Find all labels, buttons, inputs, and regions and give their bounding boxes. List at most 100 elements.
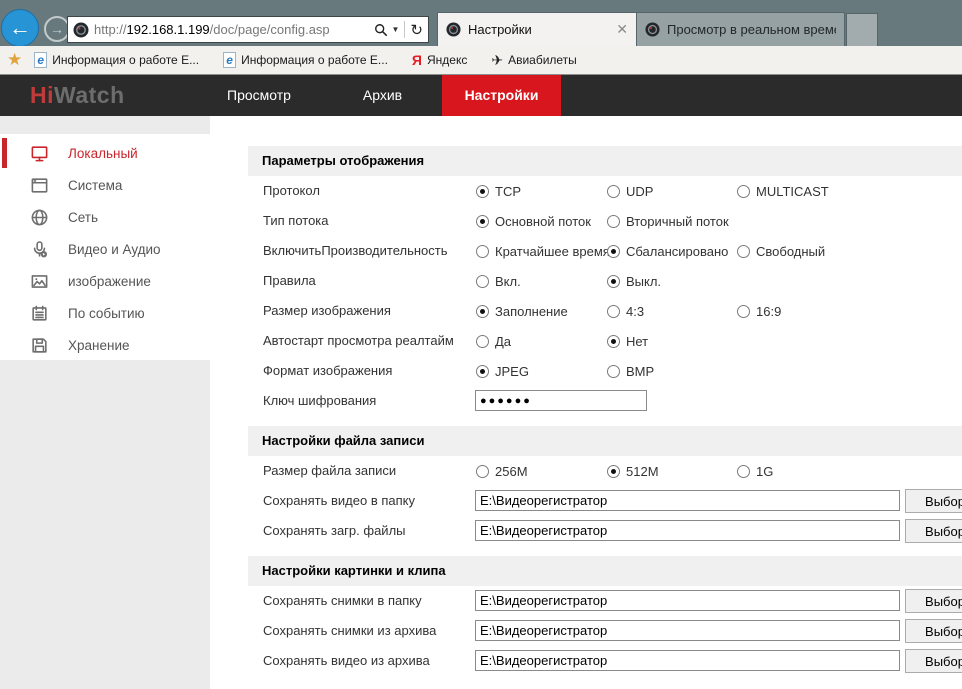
favorites-item[interactable]: e Информация о работе Е... <box>223 52 388 68</box>
radio-icon[interactable] <box>607 185 620 198</box>
refresh-icon[interactable]: ↻ <box>410 21 423 39</box>
window-icon <box>30 176 49 195</box>
radio-icon[interactable] <box>476 245 489 258</box>
browse-button[interactable]: Выбор <box>905 619 962 643</box>
radio-icon[interactable] <box>737 305 750 318</box>
chevron-down-icon[interactable]: ▼ <box>392 25 400 34</box>
radio-option[interactable]: Свободный <box>737 236 825 266</box>
sidebar-item-microphone[interactable]: Видео и Аудио <box>0 233 210 265</box>
radio-icon[interactable] <box>476 215 489 228</box>
field-label: Тип потока <box>263 206 329 236</box>
field-label: Автостарт просмотра реалтайм <box>263 326 454 356</box>
radio-option-label: Выкл. <box>626 274 661 289</box>
radio-option[interactable]: Основной поток <box>476 206 591 236</box>
sidebar-item-label: Сеть <box>68 210 98 225</box>
radio-icon[interactable] <box>607 365 620 378</box>
browser-tab[interactable]: Настройки ✕ <box>437 12 637 46</box>
sidebar-item-monitor[interactable]: Локальный <box>0 137 210 169</box>
radio-icon[interactable] <box>737 465 750 478</box>
radio-icon[interactable] <box>476 365 489 378</box>
radio-option[interactable]: Выкл. <box>607 266 661 296</box>
settings-row: Сохранять снимки в папку Выбор <box>248 586 962 616</box>
favorites-item[interactable]: e Информация о работе Е... <box>34 52 199 68</box>
radio-option[interactable]: MULTICAST <box>737 176 829 206</box>
address-bar[interactable]: http://192.168.1.199/doc/page/config.asp… <box>67 16 429 43</box>
radio-option[interactable]: 256M <box>476 456 528 486</box>
radio-icon[interactable] <box>476 275 489 288</box>
field-label: Сохранять снимки в папку <box>263 586 422 616</box>
back-button[interactable]: ← <box>1 9 39 47</box>
storage-icon <box>30 336 49 355</box>
favorites-item[interactable]: Я Яндекс <box>412 52 467 68</box>
radio-option[interactable]: Кратчайшее время <box>476 236 610 266</box>
radio-icon[interactable] <box>607 215 620 228</box>
folder-path-input[interactable] <box>475 490 900 511</box>
settings-row: Сохранять видео из архиваВыбор <box>248 646 962 676</box>
sidebar-item-event[interactable]: По событию <box>0 297 210 329</box>
field-label: Размер изображения <box>263 296 391 326</box>
folder-path-input[interactable] <box>475 620 900 641</box>
ie-page-icon: e <box>223 52 236 68</box>
radio-option[interactable]: Заполнение <box>476 296 568 326</box>
sidebar-item-globe[interactable]: Сеть <box>0 201 210 233</box>
radio-option-label: Свободный <box>756 244 825 259</box>
settings-row: Сохранять видео в папкуВыбор <box>248 486 962 516</box>
radio-option[interactable]: 512M <box>607 456 659 486</box>
field-label: Сохранять загр. файлы <box>263 516 406 546</box>
divider <box>404 21 405 38</box>
settings-row: Формат изображенияJPEGBMP <box>248 356 962 386</box>
tab-title: Просмотр в реальном време... <box>667 22 836 37</box>
radio-option[interactable]: 4:3 <box>607 296 644 326</box>
radio-icon[interactable] <box>607 245 620 258</box>
radio-option[interactable]: Да <box>476 326 511 356</box>
radio-option[interactable]: 16:9 <box>737 296 781 326</box>
nav-item-archive[interactable]: Архив <box>350 75 415 116</box>
favorites-star-icon[interactable]: ★ <box>7 50 22 70</box>
airplane-icon: ✈ <box>491 52 503 69</box>
radio-option[interactable]: TCP <box>476 176 521 206</box>
favorites-item[interactable]: ✈ Авиабилеты <box>491 52 576 69</box>
new-tab-button[interactable] <box>846 13 878 46</box>
close-icon[interactable]: ✕ <box>616 21 628 38</box>
radio-option[interactable]: Нет <box>607 326 648 356</box>
folder-path-input[interactable] <box>475 520 900 541</box>
radio-option-label: Заполнение <box>495 304 568 319</box>
radio-icon[interactable] <box>737 185 750 198</box>
nav-item-settings[interactable]: Настройки <box>442 75 561 116</box>
radio-icon[interactable] <box>476 335 489 348</box>
radio-option[interactable]: Вторичный поток <box>607 206 729 236</box>
radio-option[interactable]: JPEG <box>476 356 529 386</box>
browse-button[interactable]: Выбор <box>905 649 962 673</box>
radio-icon[interactable] <box>737 245 750 258</box>
search-icon[interactable] <box>374 23 388 37</box>
nav-item-live[interactable]: Просмотр <box>214 75 304 116</box>
radio-icon[interactable] <box>607 335 620 348</box>
radio-icon[interactable] <box>607 465 620 478</box>
radio-option[interactable]: 1G <box>737 456 773 486</box>
folder-path-input[interactable] <box>475 650 900 671</box>
browser-tab[interactable]: Просмотр в реальном време... <box>637 12 845 46</box>
radio-icon[interactable] <box>607 275 620 288</box>
radio-icon[interactable] <box>476 465 489 478</box>
radio-option[interactable]: UDP <box>607 176 653 206</box>
microphone-icon <box>30 240 49 259</box>
folder-path-input[interactable] <box>475 590 900 611</box>
radio-icon[interactable] <box>476 305 489 318</box>
sidebar-item-window[interactable]: Система <box>0 169 210 201</box>
settings-row: Размер файла записи256M512M1G <box>248 456 962 486</box>
favorites-bar: ★ e Информация о работе Е... e Информаци… <box>0 46 962 75</box>
section-header: Параметры отображения <box>248 146 962 176</box>
radio-option[interactable]: BMP <box>607 356 654 386</box>
ie-page-icon: e <box>34 52 47 68</box>
sidebar-item-storage[interactable]: Хранение <box>0 329 210 361</box>
tab-title: Настройки <box>468 22 612 37</box>
radio-icon[interactable] <box>607 305 620 318</box>
sidebar-item-image[interactable]: изображение <box>0 265 210 297</box>
browse-button[interactable]: Выбор <box>905 589 962 613</box>
radio-option[interactable]: Сбалансировано <box>607 236 728 266</box>
radio-icon[interactable] <box>476 185 489 198</box>
browse-button[interactable]: Выбор <box>905 489 962 513</box>
browse-button[interactable]: Выбор <box>905 519 962 543</box>
encryption-key-input[interactable] <box>475 390 647 411</box>
radio-option[interactable]: Вкл. <box>476 266 521 296</box>
